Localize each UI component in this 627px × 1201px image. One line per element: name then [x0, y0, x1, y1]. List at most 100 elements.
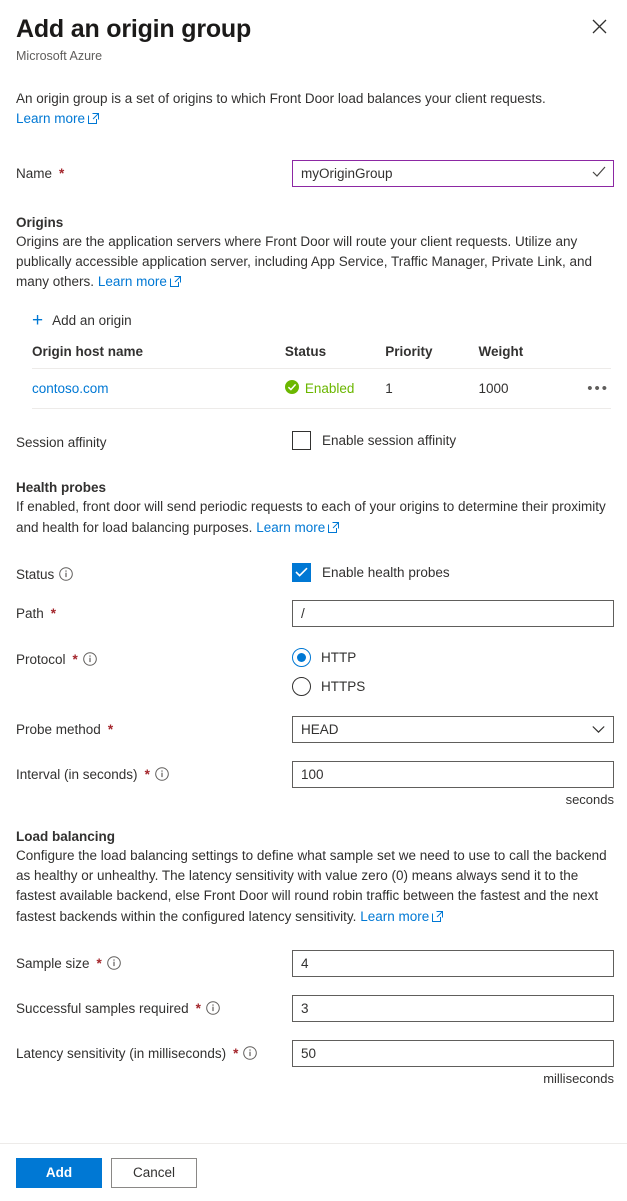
origins-table-head: Origin host name Status Priority Weight: [32, 344, 611, 370]
column-header-weight: Weight: [478, 344, 571, 370]
checkbox-box-icon: [292, 431, 311, 451]
radio-option-https[interactable]: HTTPS: [292, 676, 611, 696]
name-input[interactable]: [292, 159, 614, 187]
status-badge: Enabled: [284, 380, 385, 397]
successful-samples-row: Successful samples required *: [16, 994, 614, 1022]
sample-size-label: Sample size *: [16, 950, 292, 971]
origins-learn-more-link[interactable]: Learn more: [98, 274, 181, 289]
column-header-menu: [570, 344, 611, 370]
add-button[interactable]: Add: [16, 1157, 102, 1188]
sample-size-row: Sample size *: [16, 949, 614, 977]
info-icon[interactable]: [155, 767, 169, 782]
session-affinity-label: Session affinity: [16, 435, 107, 451]
external-link-icon: [169, 273, 181, 293]
load-balancing-section: Load balancing Configure the load balanc…: [16, 829, 611, 928]
probe-interval-control: seconds: [292, 760, 614, 807]
sample-size-label-text: Sample size: [16, 955, 90, 971]
enable-session-affinity-checkbox[interactable]: Enable session affinity: [292, 429, 611, 451]
radio-unselected-icon: [292, 676, 311, 696]
latency-sensitivity-label: Latency sensitivity (in milliseconds) *: [16, 1040, 292, 1061]
external-link-icon: [328, 519, 340, 539]
health-probes-learn-more-label: Learn more: [256, 519, 326, 535]
probe-protocol-label: Protocol *: [16, 646, 292, 667]
name-row: Name *: [16, 159, 614, 187]
origins-title: Origins: [16, 214, 64, 230]
probe-status-label-text: Status: [16, 566, 55, 582]
info-icon[interactable]: [82, 652, 97, 667]
probe-status-control: Enable health probes: [292, 561, 611, 582]
origins-learn-more-label: Learn more: [97, 274, 167, 289]
probe-interval-required-asterisk: *: [144, 766, 150, 782]
column-header-status: Status: [284, 344, 386, 370]
probe-method-row: Probe method *: [16, 715, 614, 743]
probe-protocol-control: HTTP HTTPS: [292, 646, 611, 696]
probe-method-required-asterisk: *: [107, 721, 114, 737]
name-label: Name *: [16, 160, 292, 181]
load-balancing-description-text: Configure the load balancing settings to…: [16, 847, 607, 924]
probe-interval-label-text: Interval (in seconds): [16, 766, 138, 782]
info-icon[interactable]: [206, 1001, 220, 1016]
origins-table-body: contoso.com Enabled 1 1000 •••: [32, 368, 611, 410]
radio-option-http[interactable]: HTTP: [292, 647, 611, 667]
health-probes-learn-more-link[interactable]: Learn more: [256, 519, 340, 535]
intro-learn-more-label: Learn more: [16, 111, 86, 127]
dialog-header: Add an origin group Microsoft Azure: [0, 0, 627, 63]
probe-method-control: [292, 715, 614, 743]
intro-learn-more-link[interactable]: Learn more: [16, 111, 100, 127]
intro-description: An origin group is a set of origins to w…: [16, 91, 546, 106]
successful-samples-label-text: Successful samples required: [16, 1000, 189, 1016]
load-balancing-title: Load balancing: [16, 828, 116, 844]
probe-method-label-text: Probe method: [16, 721, 101, 737]
status-enabled-icon: [284, 380, 299, 397]
name-input-wrapper: [292, 159, 614, 187]
add-origin-label: Add an origin: [52, 313, 132, 329]
successful-samples-input[interactable]: [292, 994, 614, 1022]
latency-sensitivity-unit: milliseconds: [543, 1070, 614, 1086]
close-icon[interactable]: [585, 12, 613, 40]
latency-sensitivity-control: milliseconds: [292, 1039, 614, 1086]
info-icon[interactable]: [59, 567, 74, 582]
table-row: contoso.com Enabled 1 1000 •••: [32, 368, 611, 410]
info-icon[interactable]: [243, 1046, 258, 1061]
probe-path-label: Path *: [16, 600, 292, 621]
radio-option-http-label: HTTP: [321, 649, 357, 665]
cell-origin-status: Enabled: [284, 368, 386, 410]
probe-interval-input[interactable]: [292, 760, 614, 788]
probe-protocol-label-text: Protocol: [16, 651, 66, 667]
info-icon[interactable]: [107, 956, 121, 971]
probe-interval-label: Interval (in seconds) *: [16, 761, 292, 782]
name-label-text: Name: [16, 165, 53, 181]
column-header-host: Origin host name: [32, 344, 285, 370]
add-origin-button[interactable]: + Add an origin: [32, 311, 132, 330]
intro-text: An origin group is a set of origins to w…: [16, 89, 611, 131]
origin-host-link[interactable]: contoso.com: [32, 381, 109, 396]
probe-interval-unit: seconds: [565, 791, 614, 807]
session-affinity-control: Enable session affinity: [292, 429, 611, 451]
more-options-icon[interactable]: •••: [587, 380, 611, 397]
probe-path-input[interactable]: [292, 599, 614, 627]
probe-method-select-wrapper: [292, 715, 614, 743]
protocol-radio-group: HTTP HTTPS: [292, 646, 611, 696]
cell-origin-weight: 1000: [478, 368, 571, 410]
sample-size-input[interactable]: [292, 949, 614, 977]
external-link-icon: [432, 908, 444, 928]
probe-protocol-row: Protocol * HTTP HTTPS: [16, 646, 611, 696]
health-probes-title: Health probes: [16, 480, 107, 496]
latency-sensitivity-input[interactable]: [292, 1039, 614, 1067]
page-title: Add an origin group: [16, 15, 252, 43]
load-balancing-learn-more-link[interactable]: Learn more: [360, 909, 444, 924]
status-label: Enabled: [304, 381, 355, 397]
probe-path-label-text: Path: [16, 605, 44, 621]
column-header-priority: Priority: [385, 344, 479, 370]
successful-samples-label: Successful samples required *: [16, 995, 292, 1016]
cancel-button[interactable]: Cancel: [111, 1157, 197, 1188]
dialog-footer: Add Cancel: [0, 1143, 627, 1201]
latency-sensitivity-required-asterisk: *: [233, 1045, 239, 1061]
session-affinity-row: Session affinity Enable session affinity: [16, 429, 611, 451]
probe-path-row: Path *: [16, 599, 614, 627]
cell-origin-host: contoso.com: [32, 368, 285, 410]
enable-health-probes-checkbox[interactable]: Enable health probes: [292, 561, 611, 582]
probe-method-select[interactable]: [292, 715, 614, 743]
health-probes-section: Health probes If enabled, front door wil…: [16, 480, 611, 539]
page-subtitle: Microsoft Azure: [16, 49, 103, 63]
